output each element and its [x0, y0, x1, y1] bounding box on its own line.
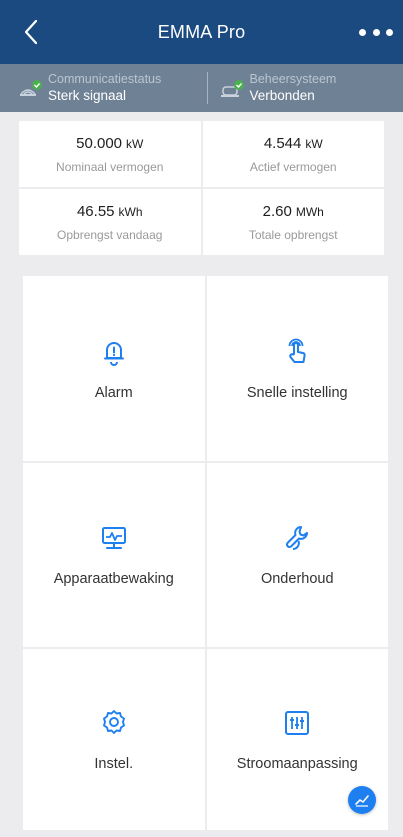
stat-active-power: 4.544 kW Actief vermogen	[202, 121, 384, 187]
stat-yield-today: 46.55 kWh Opbrengst vandaag	[19, 189, 201, 255]
status-label: Communicatiestatus	[48, 72, 162, 86]
status-management: Beheersysteem Verbonden	[202, 64, 403, 112]
more-menu-button[interactable]	[359, 22, 393, 42]
status-value: Verbonden	[249, 88, 315, 103]
stats-panel: 50.000 kW Nominaal vermogen 4.544 kW Actie…	[19, 121, 384, 255]
menu-label: Alarm	[94, 384, 133, 401]
stat-unit: kW	[305, 137, 323, 151]
stat-number: 4.544	[263, 135, 302, 152]
menu-label: Instel.	[94, 755, 134, 772]
status-label: Beheersysteem	[249, 72, 337, 86]
chevron-left-icon	[24, 19, 38, 45]
chart-fab-button[interactable]	[348, 786, 376, 814]
stat-label: Opbrengst vandaag	[57, 228, 163, 242]
menu-power-adjustment[interactable]: Stroomaanpassing	[206, 649, 388, 830]
wrench-icon	[286, 526, 309, 550]
page-title: EMMA Pro	[157, 21, 246, 42]
menu-maintenance[interactable]: Onderhoud	[206, 463, 388, 647]
stat-number: 46.55	[76, 203, 115, 220]
stat-value: 4.544 kW	[264, 134, 323, 154]
stat-unit: kW	[126, 137, 144, 151]
stat-value: 2.60 MWh	[263, 202, 324, 222]
stat-number: 50.000	[76, 135, 123, 152]
more-dot	[386, 28, 393, 36]
cloud-check-icon	[220, 76, 246, 100]
menu-device-monitoring[interactable]: Apparaatbewaking	[23, 463, 205, 647]
menu-label: Stroomaanpassing	[236, 755, 358, 772]
gear-icon	[102, 709, 125, 734]
sliders-icon	[285, 710, 310, 735]
more-horizontal-icon	[359, 28, 366, 36]
stat-total-yield: 2.60 MWh Totale opbrengst	[202, 189, 384, 255]
stat-value: 46.55 kWh	[77, 202, 143, 222]
status-communication: Communicatiestatus Sterk signaal	[0, 64, 202, 112]
more-dot	[372, 28, 380, 36]
stat-number: 2.60	[262, 203, 292, 220]
menu-label: Snelle instelling	[246, 384, 348, 401]
menu-alarm[interactable]: Alarm	[23, 276, 205, 461]
tap-hand-icon	[288, 338, 306, 363]
menu-quick-settings[interactable]: Snelle instelling	[206, 276, 388, 461]
menu-label: Onderhoud	[260, 571, 334, 587]
trend-chart-icon	[355, 795, 369, 807]
stat-label: Totale opbrengst	[248, 228, 338, 242]
stat-rated-power: 50.000 kW Nominaal vermogen	[19, 121, 201, 187]
stat-value: 50.000 kW	[76, 134, 143, 154]
bell-alert-icon	[103, 341, 124, 366]
stat-unit: kWh	[118, 205, 143, 219]
menu-settings[interactable]: Instel.	[23, 649, 205, 830]
function-menu: Alarm Snelle instelling Apparaatbewaking…	[23, 276, 388, 830]
status-bar: Communicatiestatus Sterk signaal Beheers…	[0, 64, 403, 112]
stat-label: Nominaal vermogen	[56, 160, 164, 174]
status-value: Sterk signaal	[48, 88, 127, 103]
stat-label: Actief vermogen	[249, 160, 337, 174]
menu-label: Apparaatbewaking	[53, 571, 174, 587]
back-button[interactable]	[18, 16, 44, 48]
signal-check-icon	[18, 76, 44, 100]
monitor-pulse-icon	[101, 527, 126, 549]
app-header: EMMA Pro	[0, 0, 403, 64]
stat-unit: MWh	[295, 205, 324, 219]
